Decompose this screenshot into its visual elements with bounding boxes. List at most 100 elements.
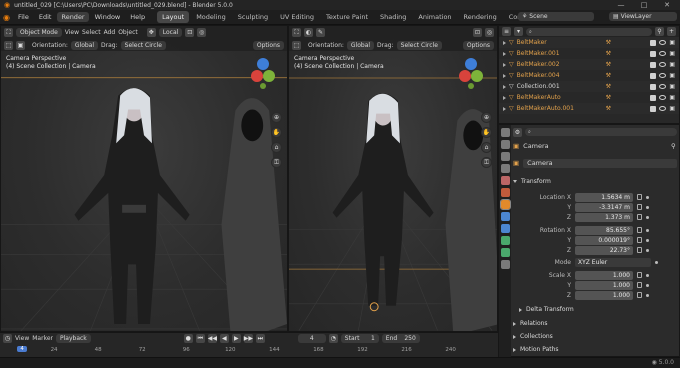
proportional-edit-icon[interactable]: ◎ — [485, 27, 494, 37]
gizmo-y-axis[interactable] — [471, 70, 483, 82]
expand-chevron-icon[interactable] — [503, 106, 506, 111]
render-camera-icon[interactable]: ▣ — [669, 50, 675, 57]
viewlayer-selector[interactable]: ▤ ViewLayer — [609, 12, 677, 21]
drag-selector[interactable]: Select Circle — [120, 40, 166, 50]
camera-view-icon[interactable]: ⌂ — [481, 142, 492, 153]
drag-selector[interactable]: Select Circle — [396, 40, 442, 50]
jump-end-icon[interactable]: ⏭ — [255, 334, 265, 343]
prev-key-icon[interactable]: ◀◀ — [207, 334, 217, 343]
navigation-gizmo-right[interactable] — [437, 54, 497, 104]
keyframe-dot-icon[interactable] — [646, 248, 649, 252]
tab-layout[interactable]: Layout — [157, 11, 190, 23]
menu-render[interactable]: Render — [57, 12, 89, 22]
proportional-edit-icon[interactable]: ◎ — [197, 27, 207, 37]
lock-icon[interactable] — [637, 282, 642, 288]
include-checkbox[interactable] — [650, 50, 657, 57]
render-camera-icon[interactable]: ▣ — [669, 72, 675, 79]
include-checkbox[interactable] — [650, 94, 657, 101]
physics-tab-icon[interactable] — [500, 236, 510, 245]
keyframe-dot-icon[interactable] — [646, 293, 649, 297]
lock-icon[interactable] — [637, 247, 642, 253]
transform-orientation-icon[interactable]: ✥ — [146, 27, 156, 37]
outliner-row[interactable]: ▽ Collection.001 ⚒ ▣ — [499, 81, 679, 92]
lock-icon[interactable] — [637, 272, 642, 278]
expand-chevron-icon[interactable] — [503, 40, 506, 45]
lock-icon[interactable]: ⚿ — [271, 157, 282, 168]
expand-chevron-icon[interactable] — [503, 73, 506, 78]
visibility-eye-icon[interactable] — [659, 95, 667, 100]
menu-help[interactable]: Help — [126, 12, 149, 22]
menu-add[interactable]: Add — [104, 29, 116, 36]
menu-file[interactable]: File — [14, 12, 33, 22]
keyframe-dot-icon[interactable] — [646, 205, 649, 209]
play-reverse-icon[interactable]: ◀ — [219, 334, 229, 343]
editor-type-icon[interactable]: ◷ — [3, 334, 12, 343]
expand-chevron-icon[interactable] — [503, 84, 506, 89]
zoom-icon[interactable]: ⊕ — [271, 112, 282, 123]
constraints-tab-icon[interactable] — [500, 248, 510, 257]
timeline-menu-marker[interactable]: Marker — [32, 335, 53, 342]
pan-hand-icon[interactable]: ✋ — [481, 127, 492, 138]
keyframe-dot-icon[interactable] — [646, 195, 649, 199]
motion-paths-panel[interactable]: Motion Paths — [513, 344, 677, 355]
keyframe-dot-icon[interactable] — [646, 228, 649, 232]
viewport-overlay-icon[interactable]: ◐ — [304, 27, 313, 37]
camera-view-icon[interactable]: ⌂ — [271, 142, 282, 153]
current-frame-field[interactable]: 4 — [297, 334, 326, 343]
render-camera-icon[interactable]: ▣ — [669, 39, 675, 46]
editor-type-icon[interactable]: ⛶ — [292, 27, 301, 37]
expand-chevron-icon[interactable] — [503, 62, 506, 67]
keyframe-dot-icon[interactable] — [646, 238, 649, 242]
next-key-icon[interactable]: ▶▶ — [243, 334, 253, 343]
jump-start-icon[interactable]: ⏮ — [195, 334, 205, 343]
location-z-field[interactable]: 1.373 m — [575, 212, 633, 222]
scale-z-field[interactable]: 1.000 — [575, 290, 633, 300]
transform-pivot[interactable]: Local — [158, 27, 183, 37]
clock-icon[interactable]: ◔ — [328, 334, 338, 343]
close-button[interactable]: ✕ — [656, 0, 678, 10]
timeline-menu-view[interactable]: View — [15, 335, 29, 342]
data-tab-icon[interactable] — [500, 260, 510, 269]
outliner-row[interactable]: ▽ BeltMakerAuto ⚒ ▣ — [499, 92, 679, 103]
options-button[interactable]: Options — [252, 40, 284, 50]
visibility-eye-icon[interactable] — [659, 51, 667, 56]
lock-icon[interactable]: ⚿ — [481, 157, 492, 168]
select-box-icon[interactable]: ⬚ — [292, 40, 301, 50]
collections-panel[interactable]: Collections — [513, 331, 677, 342]
record-icon[interactable]: ● — [183, 334, 193, 343]
scene-tab-icon[interactable] — [500, 176, 510, 185]
select-box-icon[interactable]: ⬚ — [4, 40, 13, 50]
output-tab-icon[interactable] — [500, 152, 510, 161]
location-x-field[interactable]: 1.5634 m — [575, 192, 633, 202]
gizmo-z-axis[interactable] — [257, 58, 269, 70]
keyframe-dot-icon[interactable] — [646, 283, 649, 287]
tool-tab-icon[interactable] — [500, 128, 510, 137]
properties-editor-icon[interactable]: ⚙ — [513, 127, 522, 137]
navigation-gizmo-left[interactable] — [229, 54, 288, 104]
transform-panel-header[interactable]: Transform — [513, 176, 677, 187]
delta-transform-panel[interactable]: Delta Transform — [519, 304, 680, 315]
visibility-eye-icon[interactable] — [659, 84, 667, 89]
tab-texture-paint[interactable]: Texture Paint — [321, 11, 373, 23]
keyframe-dot-icon[interactable] — [646, 215, 649, 219]
minimize-button[interactable]: — — [610, 0, 632, 10]
rotation-mode-dropdown[interactable]: XYZ Euler — [575, 257, 651, 267]
render-camera-icon[interactable]: ▣ — [669, 83, 675, 90]
start-frame-field[interactable]: Start 1 — [340, 334, 379, 343]
lock-icon[interactable] — [637, 292, 642, 298]
filter-icon[interactable]: ⚲ — [655, 27, 664, 36]
gizmo-neg-y[interactable] — [260, 83, 266, 89]
render-tab-icon[interactable] — [500, 140, 510, 149]
scene-selector[interactable]: ⚘ Scene — [518, 12, 594, 21]
scale-x-field[interactable]: 1.000 — [575, 270, 633, 280]
outliner-row[interactable]: ▽ BeltMaker.004 ⚒ ▣ — [499, 70, 679, 81]
menu-select[interactable]: Select — [82, 29, 101, 36]
outliner-row[interactable]: ▽ BeltMakerAuto.001 ⚒ ▣ — [499, 103, 679, 114]
modifier-tab-icon[interactable] — [500, 212, 510, 221]
timeline-ruler[interactable]: 4 24 48 72 96 120 144 168 192 216 240 — [0, 346, 498, 357]
include-checkbox[interactable] — [650, 61, 657, 68]
scale-y-field[interactable]: 1.000 — [575, 280, 633, 290]
orientation-selector[interactable]: Global — [346, 40, 375, 50]
tab-rendering[interactable]: Rendering — [459, 11, 502, 23]
new-collection-icon[interactable]: + — [667, 27, 676, 36]
